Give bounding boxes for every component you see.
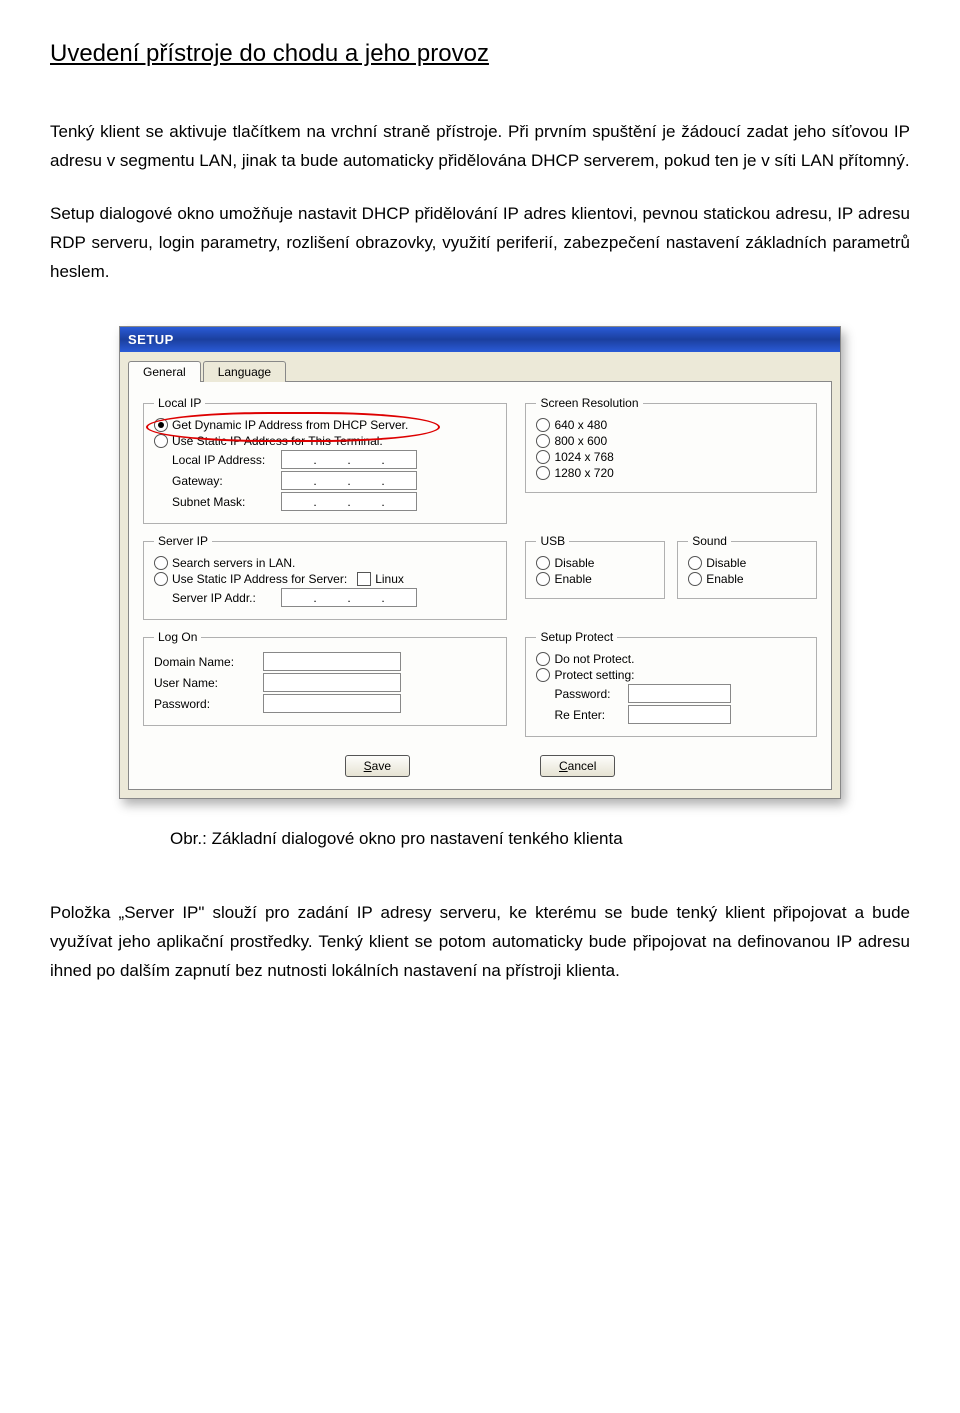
label-dhcp: Get Dynamic IP Address from DHCP Server. [172,418,408,432]
label-res-640: 640 x 480 [554,418,607,432]
tab-general[interactable]: General [128,361,201,382]
radio-usb-disable[interactable] [536,556,550,570]
group-setup-protect: Setup Protect Do not Protect. Protect se… [525,630,817,737]
paragraph-3: Položka „Server IP" slouží pro zadání IP… [50,899,910,986]
label-static-local: Use Static IP Address for This Terminal: [172,434,383,448]
save-button[interactable]: Save [345,755,410,777]
label-res-800: 800 x 600 [554,434,607,448]
radio-dhcp[interactable] [154,418,168,432]
legend-sound: Sound [688,534,731,548]
group-server-ip: Server IP Search servers in LAN. Use Sta… [143,534,507,620]
label-usb-disable: Disable [554,556,594,570]
legend-protect: Setup Protect [536,630,617,644]
label-password: Password: [154,697,259,711]
label-sound-enable: Enable [706,572,743,586]
input-domain[interactable] [263,652,401,671]
legend-usb: USB [536,534,569,548]
group-screen-resolution: Screen Resolution 640 x 480 800 x 600 10… [525,396,817,493]
input-username[interactable] [263,673,401,692]
label-protect-reenter: Re Enter: [554,708,624,722]
group-logon: Log On Domain Name: User Name: Password: [143,630,507,726]
legend-logon: Log On [154,630,201,644]
checkbox-linux[interactable] [357,572,371,586]
input-local-ip[interactable]: ... [281,450,417,469]
input-protect-reenter[interactable] [628,705,731,724]
label-protect: Protect setting: [554,668,634,682]
radio-static-server[interactable] [154,572,168,586]
row-dhcp-option: Get Dynamic IP Address from DHCP Server. [154,418,496,432]
radio-search-lan[interactable] [154,556,168,570]
label-gateway: Gateway: [172,474,277,488]
tab-strip: General Language [120,352,840,381]
radio-res-640[interactable] [536,418,550,432]
row-local-ip-address: Local IP Address: ... [154,450,496,469]
button-row: Save Cancel [143,747,817,779]
label-search-lan: Search servers in LAN. [172,556,295,570]
radio-res-800[interactable] [536,434,550,448]
input-subnet[interactable]: ... [281,492,417,511]
row-static-option: Use Static IP Address for This Terminal: [154,434,496,448]
radio-static-local[interactable] [154,434,168,448]
label-linux: Linux [375,572,404,586]
radio-res-1024[interactable] [536,450,550,464]
input-password[interactable] [263,694,401,713]
figure-caption: Obr.: Základní dialogové okno pro nastav… [170,829,910,849]
input-server-ip[interactable]: ... [281,588,417,607]
page-title: Uvedení přístroje do chodu a jeho provoz [50,40,910,68]
group-sound: Sound Disable Enable [677,534,817,599]
label-local-ip-address: Local IP Address: [172,453,277,467]
radio-sound-enable[interactable] [688,572,702,586]
setup-window: SETUP General Language Local IP Get Dyna… [119,326,841,799]
input-gateway[interactable]: ... [281,471,417,490]
label-no-protect: Do not Protect. [554,652,634,666]
group-usb: USB Disable Enable [525,534,665,599]
paragraph-1: Tenký klient se aktivuje tlačítkem na vr… [50,118,910,176]
label-server-addr: Server IP Addr.: [172,591,277,605]
label-username: User Name: [154,676,259,690]
label-res-1280: 1280 x 720 [554,466,613,480]
label-res-1024: 1024 x 768 [554,450,613,464]
label-protect-password: Password: [554,687,624,701]
label-domain: Domain Name: [154,655,259,669]
legend-server-ip: Server IP [154,534,212,548]
radio-sound-disable[interactable] [688,556,702,570]
row-gateway: Gateway: ... [154,471,496,490]
group-local-ip: Local IP Get Dynamic IP Address from DHC… [143,396,507,524]
paragraph-2: Setup dialogové okno umožňuje nastavit D… [50,200,910,287]
radio-protect[interactable] [536,668,550,682]
titlebar: SETUP [120,327,840,352]
radio-usb-enable[interactable] [536,572,550,586]
row-subnet: Subnet Mask: ... [154,492,496,511]
cancel-button[interactable]: Cancel [540,755,615,777]
label-subnet: Subnet Mask: [172,495,277,509]
input-protect-password[interactable] [628,684,731,703]
legend-screen: Screen Resolution [536,396,642,410]
tab-panel-general: Local IP Get Dynamic IP Address from DHC… [128,381,832,790]
legend-local-ip: Local IP [154,396,205,410]
radio-res-1280[interactable] [536,466,550,480]
label-static-server: Use Static IP Address for Server: [172,572,347,586]
radio-no-protect[interactable] [536,652,550,666]
label-sound-disable: Disable [706,556,746,570]
label-usb-enable: Enable [554,572,591,586]
tab-language[interactable]: Language [203,361,286,382]
